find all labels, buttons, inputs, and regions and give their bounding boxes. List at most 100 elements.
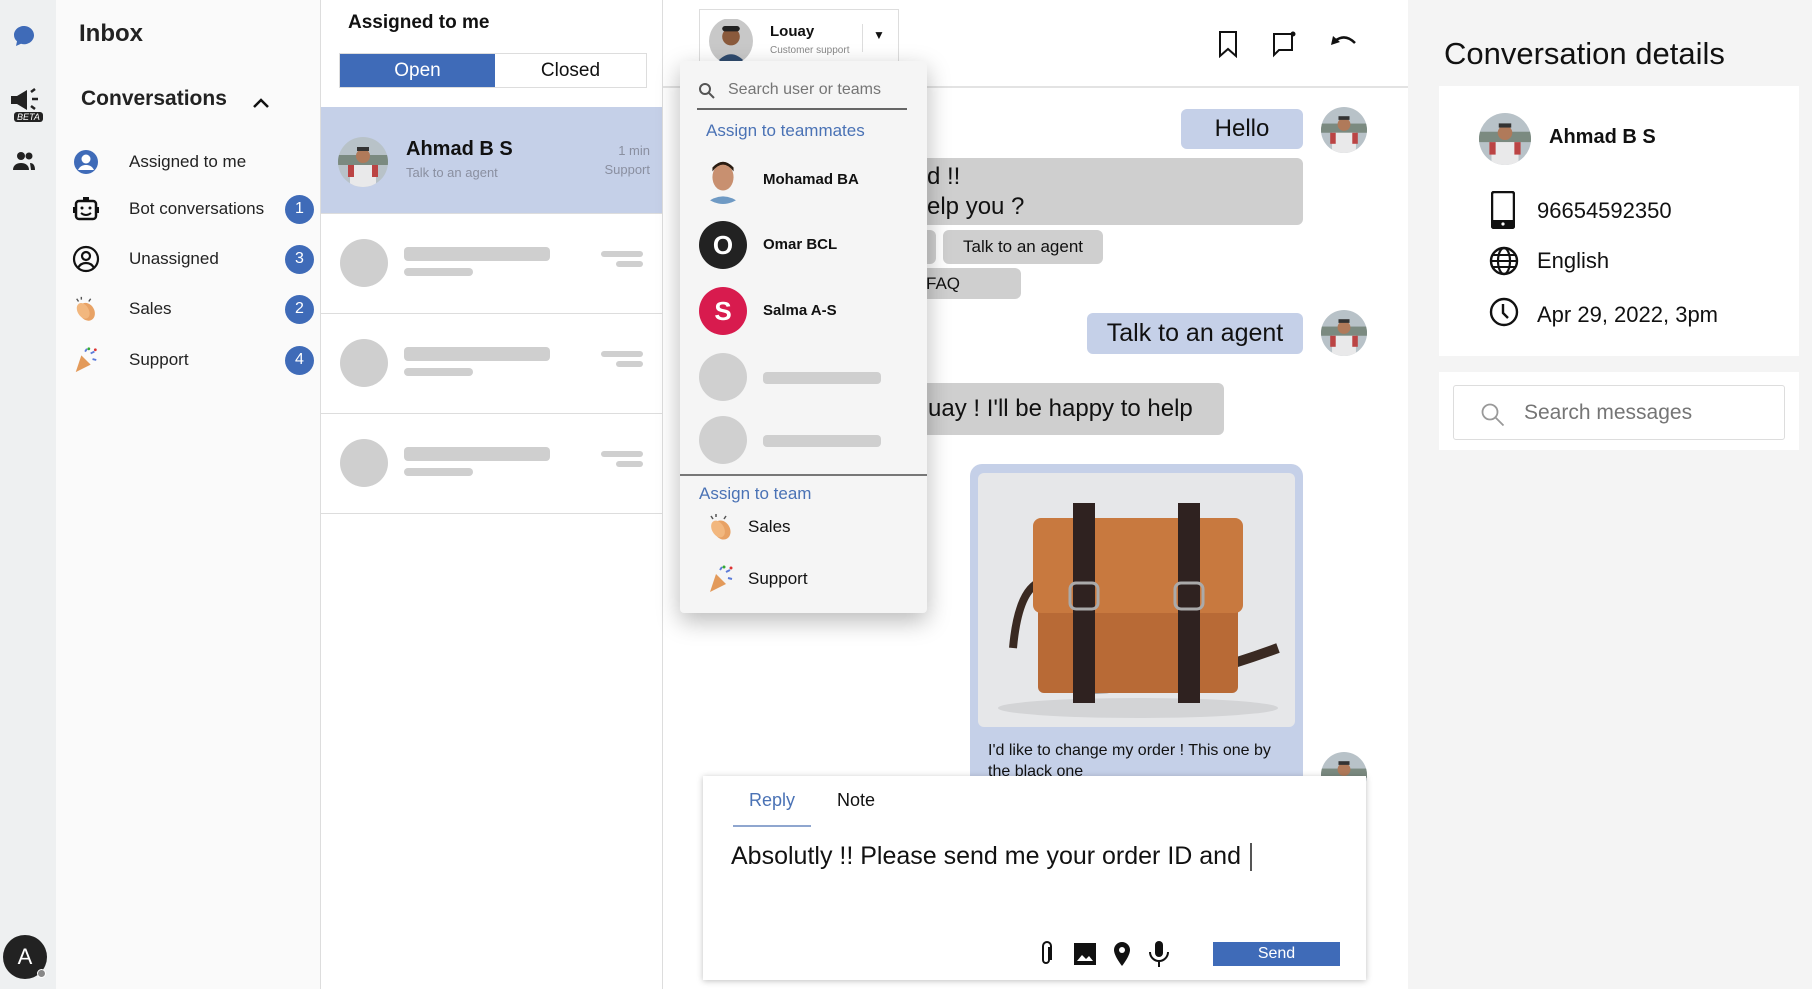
conversation-list: Assigned to me Open Closed Ahmad B S Tal… [320,0,663,989]
conversation-details: Conversation details Ahmad B S 966545923… [1408,0,1812,989]
skeleton-row [321,214,662,314]
agent-name: Louay [770,23,815,40]
chevron-up-icon[interactable] [252,97,270,109]
status-dot [37,969,46,978]
party-popper-icon [72,346,100,374]
teammate-item[interactable]: S Salma A-S [680,283,927,339]
search-messages-field[interactable] [1453,385,1785,440]
contact-phone: 96654592350 [1537,198,1672,223]
nav-item-support[interactable]: Support 4 [72,342,314,378]
image-icon[interactable] [1074,943,1096,965]
count-badge: 4 [285,345,314,375]
contact-language: English [1537,248,1610,273]
teammate-avatar: S [699,287,747,335]
megaphone-icon[interactable] [9,88,41,112]
contact-avatar [338,137,388,187]
bot-icon [72,195,100,223]
conversation-preview: Talk to an agent [406,165,498,180]
assignee-selector[interactable]: Louay Customer support ▼ [699,9,899,64]
agent-role: Customer support [770,45,850,56]
teammate-item[interactable]: O Omar BCL [680,217,927,273]
assign-search-input[interactable] [728,78,908,102]
clapping-hands-icon [706,512,736,542]
caret-down-icon[interactable]: ▼ [873,28,885,42]
user-outline-icon [72,245,100,273]
team-heading: Assign to team [699,484,812,503]
nav-item-unassigned[interactable]: Unassigned 3 [72,241,314,277]
conversation-item[interactable]: Ahmad B S Talk to an agent 1 min Support [321,107,662,214]
teammates-heading: Assign to teammates [706,121,865,140]
nav-item-sales[interactable]: Sales 2 [72,291,314,327]
contact-avatar [1479,113,1531,165]
tab-note[interactable]: Note [837,790,875,811]
contact-name: Ahmad B S [1549,126,1656,148]
message-bubble-bot: d !! elp you ? [863,158,1303,225]
contact-card: Ahmad B S 96654592350 English Apr 29, 20… [1439,86,1799,356]
people-icon[interactable] [12,150,36,172]
microphone-icon[interactable] [1147,940,1171,968]
skeleton-teammate [680,412,927,468]
search-card [1439,372,1799,450]
teammate-avatar: O [699,221,747,269]
divider [680,474,927,476]
conversation-team: Support [604,162,650,177]
message-line: d !! [927,162,961,190]
details-title: Conversation details [1444,36,1725,71]
search-underline [697,108,907,110]
undo-icon[interactable] [1329,32,1357,52]
contact-name: Ahmad B S [406,138,513,160]
location-icon[interactable] [1113,941,1131,967]
bookmark-icon[interactable] [1216,30,1240,58]
conversation-time: 1 min [618,143,650,158]
skeleton-row [321,414,662,514]
inbox-sidebar: Inbox Conversations Assigned to me Bot c… [56,0,320,989]
user-circle-icon [72,148,100,176]
conversations-heading[interactable]: Conversations [81,87,227,111]
phone-icon [1491,191,1515,229]
list-title: Assigned to me [348,12,490,33]
search-messages-input[interactable] [1524,398,1764,428]
active-tab-underline [733,825,811,827]
chat-bubble-icon[interactable] [12,24,36,48]
contact-avatar [1321,310,1367,356]
skeleton-teammate [680,349,927,405]
search-icon [699,83,715,99]
attachment-icon[interactable] [1039,941,1053,967]
contact-date: Apr 29, 2022, 3pm [1537,302,1719,327]
party-popper-icon [706,564,736,594]
reply-composer: Reply Note Absolutly !! Please send me y… [703,776,1366,980]
divider [862,24,863,52]
contact-avatar [1321,107,1367,153]
skeleton-row [321,314,662,414]
agent-avatar [709,18,753,64]
tab-reply[interactable]: Reply [749,790,795,811]
icon-rail: BETA A [0,0,56,989]
assign-dropdown: Assign to teammates Mohamad BA OOmar BCL… [680,61,927,613]
message-line: elp you ? [927,192,1025,220]
tab-closed[interactable]: Closed [495,54,646,87]
send-button[interactable]: Send [1213,942,1340,966]
beta-badge: BETA [14,112,43,122]
nav-item-assigned-to-me[interactable]: Assigned to me [72,144,312,180]
clapping-hands-icon [72,295,100,323]
message-image-bubble: I'd like to change my order ! This one b… [970,464,1303,794]
status-toggle: Open Closed [339,53,647,88]
search-icon [1481,403,1505,427]
message-input[interactable]: Absolutly !! Please send me your order I… [731,842,1351,872]
count-badge: 2 [285,294,314,324]
team-item-sales[interactable]: Sales [706,511,916,543]
message-bubble-user: Talk to an agent [1087,313,1303,354]
count-badge: 3 [285,244,314,274]
text-cursor [1249,843,1252,872]
quick-reply-chip[interactable]: Talk to an agent [943,230,1103,264]
teammate-avatar [699,156,747,204]
teammate-item[interactable]: Mohamad BA [680,152,927,208]
bag-image[interactable] [978,473,1295,727]
page-title: Inbox [79,20,143,47]
team-item-support[interactable]: Support [706,563,916,595]
count-badge: 1 [285,194,314,224]
message-input-text: Absolutly !! Please send me your order I… [731,842,1248,870]
tab-open[interactable]: Open [340,54,495,87]
nav-item-bot-conversations[interactable]: Bot conversations 1 [72,191,314,227]
flag-chat-icon[interactable] [1271,30,1299,58]
